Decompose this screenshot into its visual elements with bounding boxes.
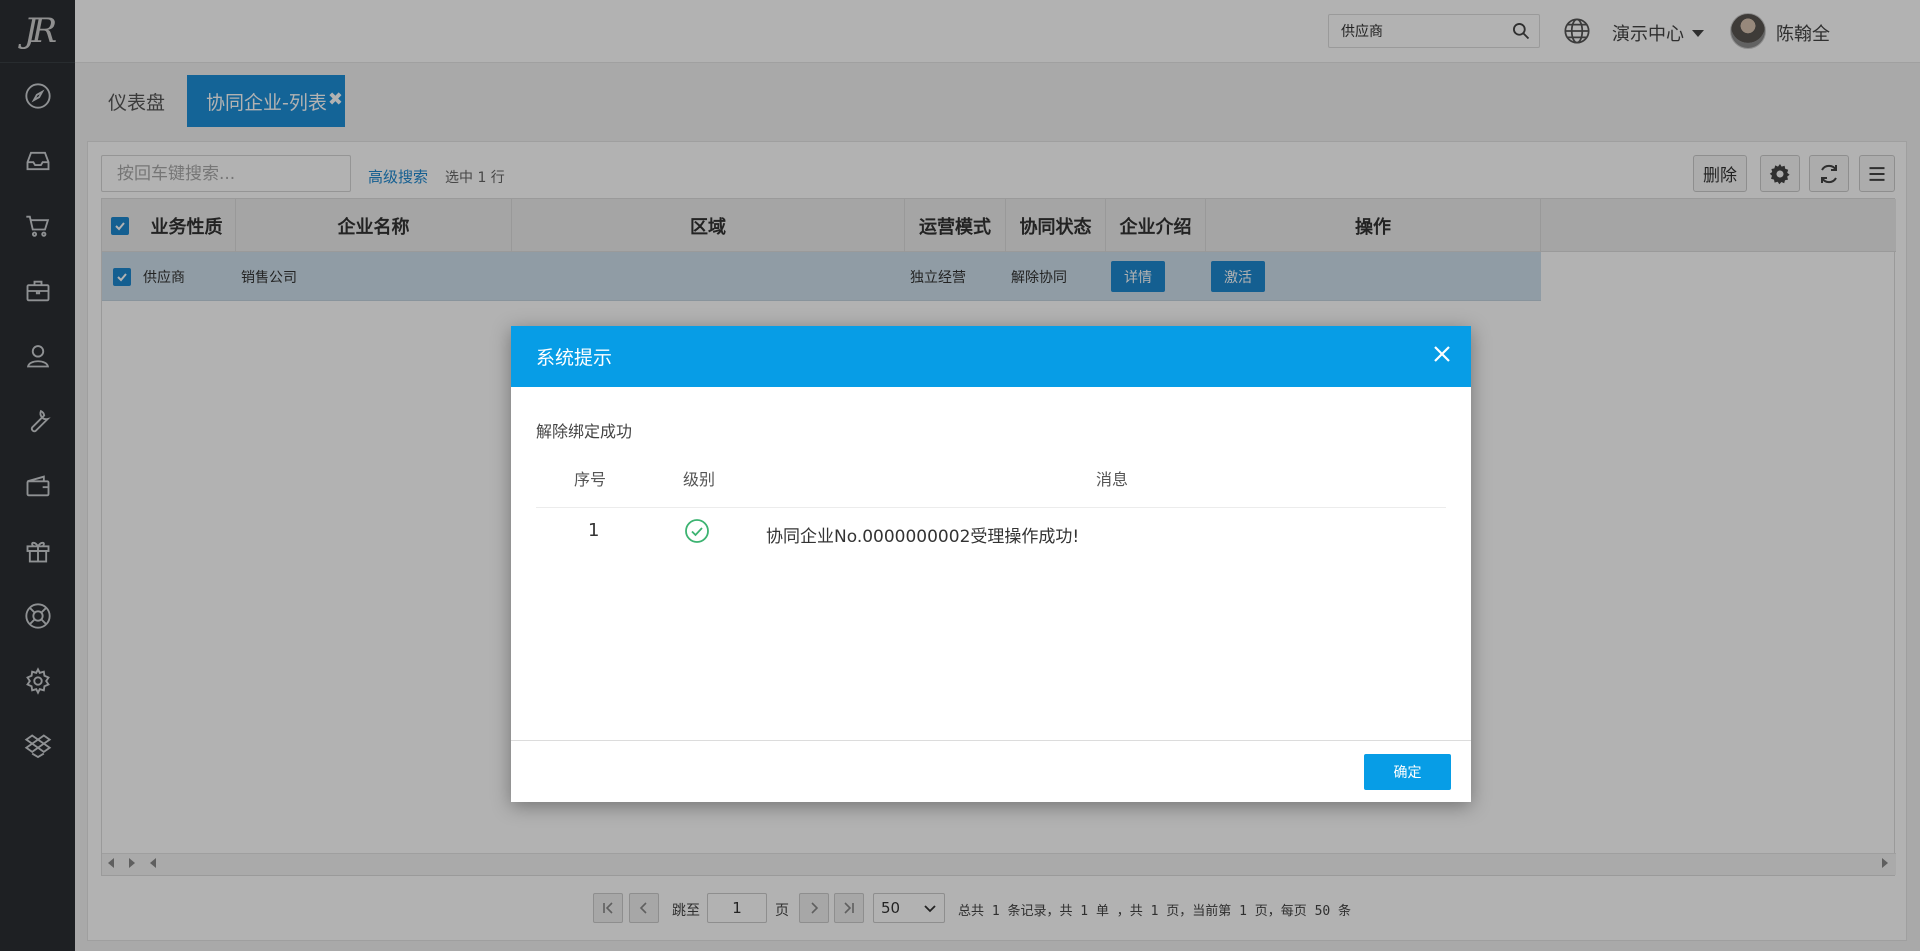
header-index: 序号 [574,470,607,489]
dialog-header: 系统提示 [511,326,1471,387]
close-icon[interactable] [1431,343,1453,365]
success-check-icon [685,519,709,543]
system-dialog: 系统提示 解除绑定成功 序号 级别 消息 1 协同企业No.0000000002… [511,326,1471,802]
dialog-message: 解除绑定成功 [536,422,633,441]
result-message: 协同企业No.0000000002受理操作成功! [766,527,1080,547]
confirm-button[interactable]: 确定 [1364,754,1451,790]
header-divider [536,507,1446,508]
header-message: 消息 [1096,470,1129,489]
dialog-footer-divider [511,740,1471,741]
header-level: 级别 [683,470,716,489]
dialog-title: 系统提示 [536,347,613,369]
result-index: 1 [588,520,600,541]
